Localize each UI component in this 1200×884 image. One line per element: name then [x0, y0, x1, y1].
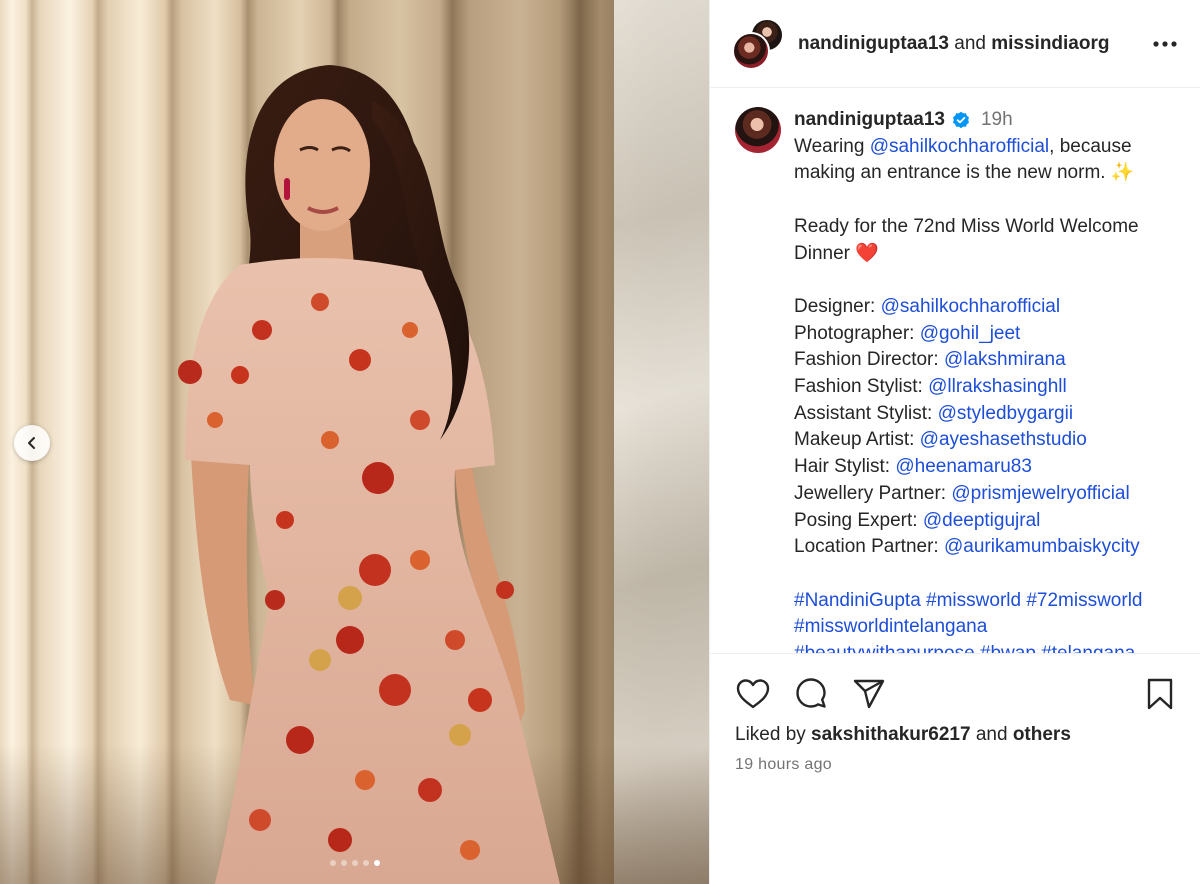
post-photo[interactable] — [0, 0, 709, 884]
carousel-dot — [351, 860, 358, 866]
collab-avatars[interactable] — [732, 17, 784, 70]
comment-icon — [794, 677, 828, 711]
verified-icon — [952, 111, 970, 129]
save-button[interactable] — [1141, 675, 1179, 713]
carousel-dots — [0, 860, 709, 866]
header-collaborator[interactable]: missindiaorg — [991, 33, 1109, 54]
caption-text: nandiniguptaa13 19h Wearing @sahilkochha… — [794, 107, 1181, 653]
mention-link[interactable]: @llrakshasinghll — [928, 376, 1067, 397]
post-header: nandiniguptaa13 and missindiaorg — [710, 0, 1200, 88]
credit-line: Assistant Stylist: @styledbygargii — [794, 402, 1074, 424]
hashtag-line[interactable]: #NandiniGupta #missworld #72missworld — [794, 588, 1181, 615]
comment-button[interactable] — [792, 675, 830, 713]
credit-line: Designer: @sahilkochharofficial — [794, 295, 1061, 317]
post-timestamp[interactable]: 19 hours ago — [735, 756, 832, 774]
hashtag-line[interactable]: #missworldintelangana — [794, 614, 1181, 641]
chevron-left-icon — [25, 436, 39, 450]
caption-time[interactable]: 19h — [981, 107, 1013, 134]
more-icon — [1153, 40, 1177, 47]
mention-link[interactable]: @lakshmirana — [944, 349, 1066, 370]
caption-line: Dinner ❤️ — [794, 242, 879, 264]
credit-line: Posing Expert: @deeptigujral — [794, 509, 1041, 531]
more-options-button[interactable] — [1150, 29, 1180, 59]
avatar[interactable] — [732, 31, 770, 70]
model-figure — [178, 65, 560, 884]
credit-line: Makeup Artist: @ayeshasethstudio — [794, 429, 1087, 451]
carousel-dot-active — [373, 860, 380, 866]
mention-link[interactable]: @deeptigujral — [923, 510, 1041, 531]
carousel-dot — [362, 860, 369, 866]
credit-line: Jewellery Partner: @prismjewelryofficial — [794, 482, 1130, 504]
bookmark-icon — [1146, 678, 1174, 710]
carousel-dot — [329, 860, 336, 866]
credit-line: Photographer: @gohil_jeet — [794, 322, 1021, 344]
credit-line: Fashion Director: @lakshmirana — [794, 349, 1066, 371]
carousel-prev-button[interactable] — [14, 425, 50, 461]
carousel-dot — [340, 860, 347, 866]
mention-link[interactable]: @ayeshasethstudio — [920, 429, 1087, 450]
caption-line: making an entrance is the new norm. ✨ — [794, 162, 1135, 184]
heart-icon — [736, 678, 770, 710]
credit-line: Location Partner: @aurikamumbaiskycity — [794, 536, 1140, 558]
post-side-panel: nandiniguptaa13 and missindiaorg nandini… — [709, 0, 1200, 884]
mention-link[interactable]: @sahilkochharofficial — [870, 136, 1049, 157]
likes-others-link[interactable]: others — [1013, 724, 1071, 745]
mention-link[interactable]: @styledbygargii — [938, 403, 1073, 424]
mention-link[interactable]: @aurikamumbaiskycity — [944, 536, 1140, 557]
credit-line: Hair Stylist: @heenamaru83 — [794, 456, 1032, 478]
caption-line: Wearing @sahilkochharofficial, because — [794, 135, 1132, 157]
header-username[interactable]: nandiniguptaa13 — [798, 33, 949, 54]
mention-link[interactable]: @gohil_jeet — [920, 323, 1021, 344]
share-icon — [852, 678, 886, 710]
mention-link[interactable]: @prismjewelryofficial — [951, 483, 1129, 504]
likes-summary: Liked by sakshithakur6217 and others — [735, 724, 1071, 745]
avatar[interactable] — [735, 107, 781, 153]
header-and: and — [954, 32, 986, 54]
credit-line: Fashion Stylist: @llrakshasinghll — [794, 376, 1067, 397]
post-actions — [710, 653, 1200, 733]
header-title: nandiniguptaa13 and missindiaorg — [798, 33, 1150, 55]
mention-link[interactable]: @heenamaru83 — [895, 456, 1032, 477]
like-button[interactable] — [734, 675, 772, 713]
hashtag-line[interactable]: #beautywithapurpose #bwap #telangana — [794, 641, 1181, 653]
share-button[interactable] — [850, 675, 888, 713]
caption-scroll-area[interactable]: nandiniguptaa13 19h Wearing @sahilkochha… — [710, 89, 1200, 653]
liker-username[interactable]: sakshithakur6217 — [811, 724, 971, 745]
caption-line: Ready for the 72nd Miss World Welcome — [794, 215, 1139, 237]
mention-link[interactable]: @sahilkochharofficial — [881, 296, 1060, 317]
caption-username[interactable]: nandiniguptaa13 — [794, 107, 945, 134]
